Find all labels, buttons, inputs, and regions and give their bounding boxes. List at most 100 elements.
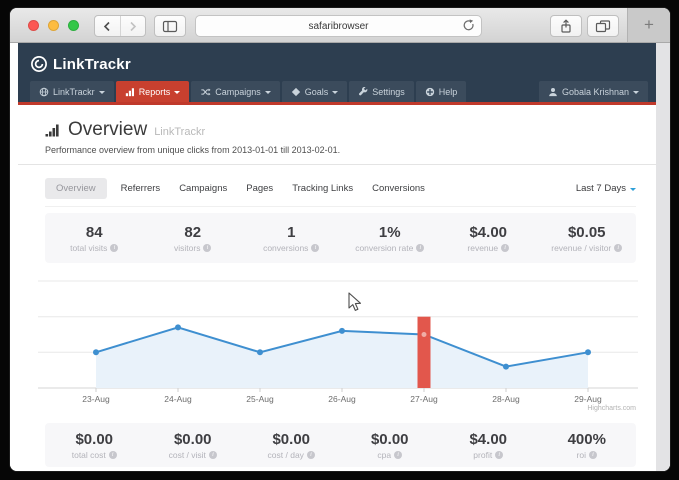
share-icon [559, 19, 573, 34]
diamond-icon [291, 87, 301, 97]
sidebar-toggle-button[interactable] [154, 15, 186, 37]
tabs-icon [595, 19, 611, 33]
new-tab-button[interactable]: + [627, 8, 670, 42]
page: LinkTrackr LinkTrackr [10, 43, 670, 471]
sidebar-icon [162, 20, 178, 33]
nav-item-campaigns[interactable]: Campaigns [191, 81, 280, 102]
page-viewport: LinkTrackr LinkTrackr [18, 43, 656, 471]
info-icon[interactable]: i [209, 451, 217, 459]
browser-window: safaribrowser + [10, 8, 670, 471]
history-nav-group [94, 15, 146, 37]
info-icon[interactable]: i [501, 244, 509, 252]
tab-overview-button[interactable] [587, 15, 619, 37]
reload-button[interactable] [462, 19, 475, 32]
wrench-icon [358, 87, 368, 97]
stat-total-cost: $0.00 total costi [45, 431, 144, 460]
info-icon[interactable]: i [109, 451, 117, 459]
caret-down-icon [633, 91, 639, 94]
stat-revenue: $4.00 revenuei [439, 224, 538, 253]
cursor-arrow-icon [348, 292, 362, 312]
caret-down-icon [265, 91, 271, 94]
page-header: Overview LinkTrackr Performance overview… [18, 105, 656, 165]
caret-down-icon [99, 91, 105, 94]
info-icon[interactable]: i [203, 244, 211, 252]
shuffle-icon [200, 87, 211, 97]
minimize-window-icon[interactable] [48, 20, 59, 31]
info-icon[interactable]: i [394, 451, 402, 459]
page-subtitle: Performance overview from unique clicks … [45, 145, 636, 155]
stats-panel-bottom: $0.00 total costi $0.00 cost / visiti $0… [45, 423, 636, 467]
svg-text:29-Aug: 29-Aug [574, 394, 602, 404]
traffic-lights [28, 20, 79, 31]
nav-item-settings[interactable]: Settings [349, 81, 414, 102]
brand[interactable]: LinkTrackr [18, 52, 656, 76]
close-window-icon[interactable] [28, 20, 39, 31]
app-menu: LinkTrackr Reports [18, 81, 656, 102]
linktrackr-logo-icon [30, 55, 48, 73]
svg-text:24-Aug: 24-Aug [164, 394, 192, 404]
forward-button[interactable] [121, 16, 146, 36]
info-icon[interactable]: i [416, 244, 424, 252]
info-icon[interactable]: i [311, 244, 319, 252]
signal-bars-icon [45, 123, 61, 138]
nav-item-linktrackr[interactable]: LinkTrackr [30, 81, 114, 102]
share-button[interactable] [550, 15, 582, 37]
scrollbar-track[interactable] [655, 43, 670, 471]
stat-visitors: 82 visitorsi [144, 224, 243, 253]
page-title-suffix: LinkTrackr [154, 126, 205, 138]
nav-item-reports[interactable]: Reports [116, 81, 190, 102]
tab-campaigns[interactable]: Campaigns [179, 178, 227, 199]
plus-icon: + [644, 15, 654, 35]
caret-down-icon [332, 91, 338, 94]
address-bar[interactable]: safaribrowser [195, 15, 482, 37]
stat-conversion-rate: 1% conversion ratei [341, 224, 440, 253]
report-tabs: Overview Referrers Campaigns Pages Track… [45, 178, 636, 207]
info-icon[interactable]: i [495, 451, 503, 459]
svg-text:23-Aug: 23-Aug [82, 394, 110, 404]
tab-pages[interactable]: Pages [246, 178, 273, 199]
svg-text:Highcharts.com: Highcharts.com [587, 405, 636, 412]
reload-icon [462, 19, 475, 32]
visits-chart[interactable]: 23-Aug 24-Aug 25-Aug 26-Aug 27-Aug 28-Aug 29-A… [38, 268, 638, 413]
svg-text:25-Aug: 25-Aug [246, 394, 274, 404]
info-icon[interactable]: i [307, 451, 315, 459]
stat-cost-day: $0.00 cost / dayi [242, 431, 341, 460]
tab-conversions[interactable]: Conversions [372, 178, 425, 199]
svg-text:27-Aug: 27-Aug [410, 394, 438, 404]
user-icon [548, 87, 558, 97]
stat-total-visits: 84 total visitsi [45, 224, 144, 253]
back-button[interactable] [95, 16, 121, 36]
caret-down-icon [174, 91, 180, 94]
svg-text:28-Aug: 28-Aug [492, 394, 520, 404]
content: Overview Referrers Campaigns Pages Track… [18, 178, 656, 467]
stat-cost-visit: $0.00 cost / visiti [144, 431, 243, 460]
nav-item-goals[interactable]: Goals [282, 81, 348, 102]
globe-icon [39, 87, 49, 97]
stat-cpa: $0.00 cpai [341, 431, 440, 460]
info-icon[interactable]: i [614, 244, 622, 252]
nav-item-help[interactable]: Help [416, 81, 467, 102]
app-navbar: LinkTrackr LinkTrackr [18, 43, 656, 105]
tab-tracking-links[interactable]: Tracking Links [292, 178, 353, 199]
stats-panel-top: 84 total visitsi 82 visitorsi 1 conversi… [45, 213, 636, 263]
url-text: safaribrowser [308, 21, 368, 32]
mouse-cursor [348, 292, 362, 312]
tab-overview[interactable]: Overview [45, 178, 107, 199]
browser-toolbar: safaribrowser + [10, 8, 670, 43]
chevron-left-icon [101, 20, 114, 33]
stat-revenue-visitor: $0.05 revenue / visitori [538, 224, 637, 253]
bar-chart-icon [125, 87, 135, 97]
info-icon[interactable]: i [589, 451, 597, 459]
date-range-selector[interactable]: Last 7 Days [576, 183, 636, 194]
caret-down-icon [630, 188, 636, 191]
stat-profit: $4.00 profiti [439, 431, 538, 460]
svg-text:26-Aug: 26-Aug [328, 394, 356, 404]
info-icon[interactable]: i [110, 244, 118, 252]
page-title: Overview [68, 119, 147, 141]
user-menu[interactable]: Gobala Krishnan [539, 81, 648, 102]
zoom-window-icon[interactable] [68, 20, 79, 31]
line-chart-canvas: 23-Aug 24-Aug 25-Aug 26-Aug 27-Aug 28-Aug 29-A… [38, 268, 638, 413]
help-icon [425, 87, 435, 97]
tab-referrers[interactable]: Referrers [121, 178, 161, 199]
stat-roi: 400% roii [538, 431, 637, 460]
